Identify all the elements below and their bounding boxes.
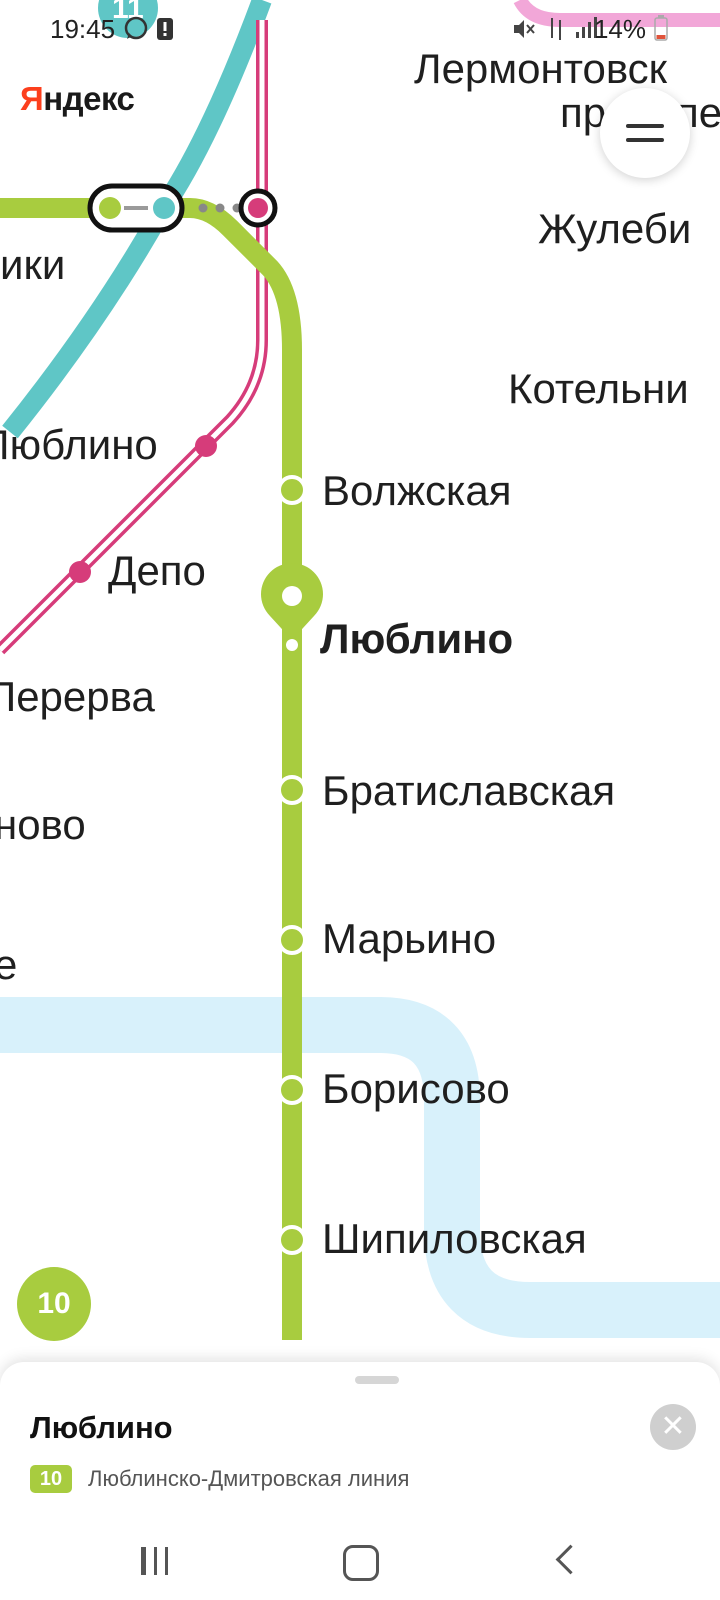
label-borisovo[interactable]: Борисово <box>322 1068 510 1110</box>
label-zhulebino[interactable]: Жулеби <box>538 208 691 250</box>
station-maryino[interactable] <box>277 925 307 955</box>
system-nav-bar <box>0 1505 720 1600</box>
sheet-line-badge: 10 <box>30 1465 72 1493</box>
label-maryino[interactable]: Марьино <box>322 918 496 960</box>
label-depo[interactable]: Депо <box>108 550 206 592</box>
label-volzhskaya[interactable]: Волжская <box>322 470 511 512</box>
alert-icon <box>157 18 173 40</box>
recent-apps-icon <box>141 1547 168 1575</box>
label-lublino-selected[interactable]: Люблино <box>320 618 513 660</box>
menu-button[interactable] <box>600 88 690 178</box>
label-lublino-mcd[interactable]: Люблино <box>0 424 158 466</box>
data-arrows-icon <box>551 18 561 40</box>
yandex-logo: Яндекс <box>20 80 135 118</box>
station-bratislavskaya[interactable] <box>277 775 307 805</box>
station-volzhskaya[interactable] <box>277 475 307 505</box>
whatsapp-icon <box>124 16 148 40</box>
back-button[interactable] <box>555 1544 586 1575</box>
label-bratislavskaya[interactable]: Братиславская <box>322 770 615 812</box>
sheet-line-name: Люблинско-Дмитровская линия <box>88 1466 410 1491</box>
logo-first-letter: Я <box>20 80 44 117</box>
station-title: Люблино <box>30 1410 173 1445</box>
hub-station-lime <box>99 197 121 219</box>
label-novo[interactable]: ново <box>0 804 86 846</box>
close-icon: ✕ <box>660 1410 686 1443</box>
station-borisovo[interactable] <box>277 1075 307 1105</box>
label-shipilovskaya[interactable]: Шипиловская <box>322 1218 587 1260</box>
label-kotelniki[interactable]: Котельни <box>508 368 689 410</box>
label-lermontovsky-2: пр <box>560 89 607 136</box>
walk-dot-2 <box>215 203 225 213</box>
logo-rest: ндекс <box>43 80 135 117</box>
walk-dot-1 <box>198 203 208 213</box>
status-bar: 19:45 14% <box>0 0 720 60</box>
sheet-drag-handle[interactable] <box>355 1376 399 1384</box>
label-e-fragment[interactable]: е <box>0 944 17 986</box>
selected-station-pin-dot <box>282 586 302 606</box>
station-shipilovskaya[interactable] <box>277 1225 307 1255</box>
battery-icon <box>654 15 668 41</box>
label-pechatniki[interactable]: ики <box>0 244 65 286</box>
battery-percent: 14% <box>593 14 646 44</box>
hub-station-mcd-core <box>248 198 268 218</box>
line-10-badge[interactable]: 10 <box>17 1267 91 1341</box>
label-pererva[interactable]: Перерва <box>0 676 155 718</box>
recent-apps-button[interactable] <box>141 1547 177 1577</box>
hub-station-teal <box>153 197 175 219</box>
status-time: 19:45 <box>50 14 116 44</box>
home-button[interactable] <box>343 1545 379 1581</box>
close-button[interactable]: ✕ <box>650 1404 696 1450</box>
mute-icon <box>514 20 535 38</box>
selected-station-point <box>286 639 298 651</box>
station-mcd-depo[interactable] <box>69 561 91 583</box>
station-mcd-lublino[interactable] <box>195 435 217 457</box>
